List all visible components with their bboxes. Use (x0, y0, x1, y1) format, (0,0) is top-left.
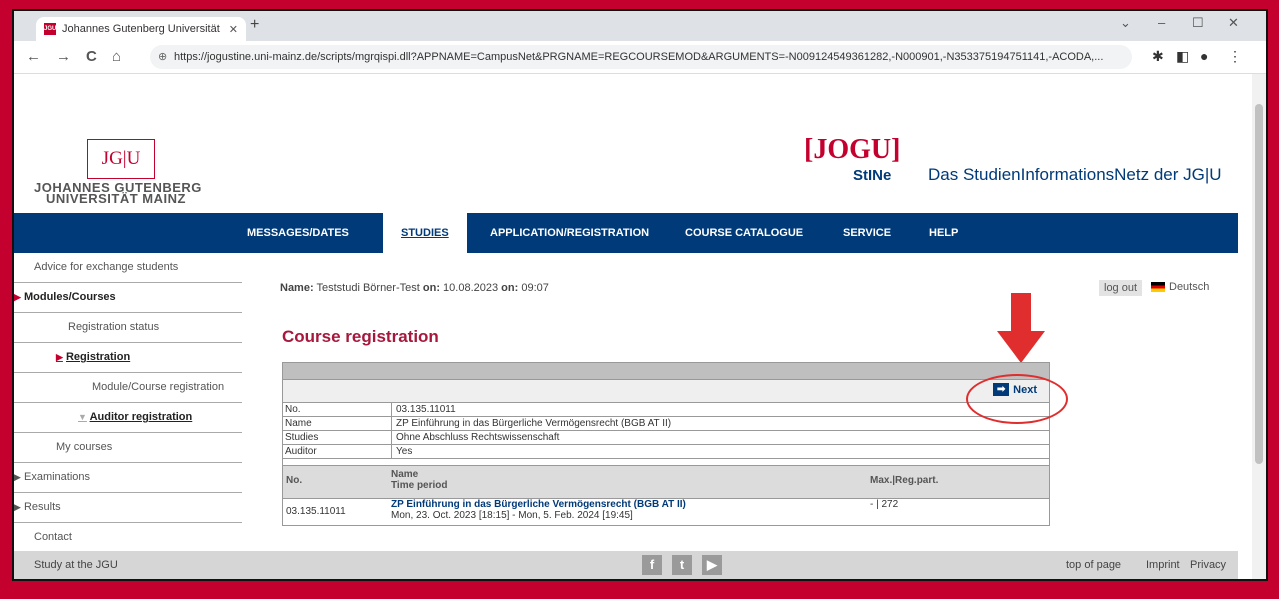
course-cell: ZP Einführung in das Bürgerliche Vermöge… (391, 499, 870, 525)
expanded-arrow-icon: ▶ (14, 292, 21, 302)
maximize-button[interactable]: ☐ (1192, 15, 1204, 31)
sidebar-item-auditor-registration[interactable]: ▼ Auditor registration (14, 403, 242, 433)
close-window-button[interactable]: ✕ (1228, 15, 1239, 31)
nav-course-catalogue[interactable]: COURSE CATALOGUE (685, 213, 803, 253)
table-action-row: ➡ Next (283, 380, 1049, 403)
logout-button[interactable]: log out (1099, 280, 1143, 296)
annotation-circle (966, 374, 1068, 424)
sidebar-item-registration-status[interactable]: Registration status (14, 313, 242, 343)
sidebar-item-modules-courses[interactable]: ▶ Modules/Courses (14, 283, 242, 313)
back-icon[interactable]: ← (26, 48, 41, 65)
sidebar-item-registration[interactable]: ▶ Registration (14, 343, 242, 373)
tab-close-icon[interactable]: ✕ (229, 23, 238, 36)
reload-icon[interactable]: C (86, 48, 97, 65)
collapsed-arrow-icon: ▶ (14, 502, 21, 512)
jgu-favicon-icon: JGU (44, 23, 56, 35)
main-nav: MESSAGES/DATES STUDIES APPLICATION/REGIS… (14, 213, 1238, 253)
twitter-icon[interactable]: t (672, 555, 692, 575)
table-row: 03.135.11011 ZP Einführung in das Bürger… (283, 499, 1049, 525)
page-scrollbar[interactable] (1252, 74, 1266, 579)
expanded-arrow-icon: ▶ (56, 352, 63, 362)
university-name: JOHANNES GUTENBERG UNIVERSITÄT MAINZ (34, 180, 202, 206)
stine-logo-text: StINe (853, 167, 892, 184)
course-registration-table: ➡ Next No. 03.135.11011 Name ZP Einführung… (282, 362, 1050, 526)
language-switch-link[interactable]: Deutsch (1169, 281, 1209, 293)
table-spacer (283, 459, 1049, 466)
nav-service[interactable]: SERVICE (843, 213, 891, 253)
user-session-info: Name: Teststudi Börner-Test on: 10.08.20… (280, 282, 549, 294)
browser-window: JGU Johannes Gutenberg Universität ✕ + ⌄… (12, 9, 1268, 581)
extensions-icon[interactable]: ✱ (1152, 48, 1164, 65)
minimize-button[interactable]: – (1158, 15, 1165, 30)
browser-tab[interactable]: JGU Johannes Gutenberg Universität ✕ (36, 17, 246, 41)
annotation-down-arrow-icon (997, 293, 1045, 363)
tab-search-icon[interactable]: ⌄ (1120, 15, 1131, 31)
url-text: https://jogustine.uni-mainz.de/scripts/m… (174, 51, 1104, 63)
nav-help[interactable]: HELP (929, 213, 958, 253)
jogustine-logo[interactable]: [JOGU] (804, 134, 900, 166)
top-of-page-link[interactable]: top of page (1066, 559, 1121, 571)
sidebar-item-module-course-registration[interactable]: Module/Course registration (14, 373, 242, 403)
course-name-link[interactable]: ZP Einführung in das Bürgerliche Vermöge… (391, 499, 870, 510)
nav-studies[interactable]: STUDIES (383, 213, 467, 253)
course-capacity: - | 272 (870, 499, 899, 510)
home-icon[interactable]: ⌂ (112, 48, 121, 65)
course-number: 03.135.11011 (286, 506, 346, 517)
nav-messages-dates[interactable]: MESSAGES/DATES (247, 213, 349, 253)
footer: Study at the JGU f t ▶ top of page Impri… (14, 551, 1238, 579)
menu-icon[interactable]: ⋮ (1228, 48, 1242, 65)
url-field[interactable]: ⊕ https://jogustine.uni-mainz.de/scripts… (150, 45, 1132, 69)
scrollbar-thumb[interactable] (1255, 104, 1263, 464)
profile-icon[interactable]: ● (1200, 48, 1208, 64)
sidepanel-icon[interactable]: ◧ (1176, 48, 1189, 65)
collapsed-arrow-icon: ▶ (14, 472, 21, 482)
tab-bar: JGU Johannes Gutenberg Universität ✕ + ⌄… (14, 11, 1266, 41)
column-name: Name Time period (391, 469, 448, 491)
page-title: Course registration (282, 327, 439, 346)
detail-row: Name ZP Einführung in das Bürgerliche Ver… (283, 417, 1049, 431)
youtube-icon[interactable]: ▶ (702, 555, 722, 575)
site-tagline: Das StudienInformationsNetz der JG|U (928, 165, 1222, 184)
forward-icon[interactable]: → (56, 48, 71, 65)
address-bar-row: ← → C ⌂ ⊕ https://jogustine.uni-mainz.de… (14, 41, 1266, 74)
sidebar: Advice for exchange students ▶ Modules/C… (14, 253, 242, 552)
selected-arrow-icon: ▼ (78, 412, 87, 422)
sidebar-item-advice[interactable]: Advice for exchange students (14, 253, 242, 283)
imprint-link[interactable]: Imprint (1146, 559, 1180, 571)
table-header-bar (283, 363, 1049, 380)
site-info-icon[interactable]: ⊕ (158, 45, 167, 69)
footer-study-link[interactable]: Study at the JGU (34, 559, 118, 571)
sidebar-item-contact[interactable]: Contact (14, 523, 242, 552)
sidebar-item-my-courses[interactable]: My courses (14, 433, 242, 463)
detail-row: No. 03.135.11011 (283, 403, 1049, 417)
column-no: No. (286, 475, 303, 486)
jgu-logo[interactable]: JG|U (87, 139, 155, 179)
sidebar-item-examinations[interactable]: ▶ Examinations (14, 463, 242, 493)
privacy-link[interactable]: Privacy (1190, 559, 1226, 571)
new-tab-button[interactable]: + (250, 16, 259, 34)
course-period: Mon, 23. Oct. 2023 [18:15] - Mon, 5. Feb… (391, 510, 633, 521)
column-max-reg: Max.|Reg.part. (870, 475, 939, 486)
nav-application-registration[interactable]: APPLICATION/REGISTRATION (490, 213, 649, 253)
detail-row: Studies Ohne Abschluss Rechtswissenschaft (283, 431, 1049, 445)
german-flag-icon[interactable] (1151, 282, 1165, 292)
tab-title: Johannes Gutenberg Universität (62, 23, 220, 35)
course-table-header: No. Name Time period Max.|Reg.part. (283, 466, 1049, 499)
sidebar-item-results[interactable]: ▶ Results (14, 493, 242, 523)
detail-row: Auditor Yes (283, 445, 1049, 459)
facebook-icon[interactable]: f (642, 555, 662, 575)
